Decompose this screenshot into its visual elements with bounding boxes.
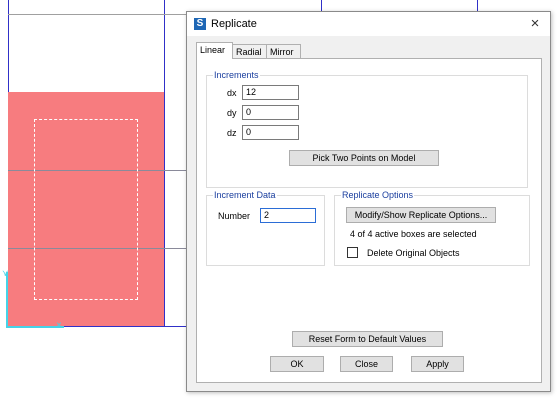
increments-group-title: Increments: [213, 70, 260, 80]
tab-mirror[interactable]: Mirror: [266, 44, 301, 58]
tab-panel-linear: Increments dx 12 dy 0 dz 0 Pick Two Poin…: [196, 58, 542, 383]
ok-button[interactable]: OK: [270, 356, 324, 372]
axis-arrow-icon: ⋎: [2, 268, 9, 278]
dx-field[interactable]: 12: [242, 85, 299, 100]
dy-label: dy: [227, 108, 237, 118]
pick-two-points-button[interactable]: Pick Two Points on Model: [289, 150, 439, 166]
grid-line: [8, 14, 186, 15]
dx-label: dx: [227, 88, 237, 98]
dialog-title: Replicate: [211, 18, 257, 30]
selection-status-text: 4 of 4 active boxes are selected: [350, 229, 477, 239]
dz-field[interactable]: 0: [242, 125, 299, 140]
selection-outline: [34, 119, 138, 300]
tab-radial[interactable]: Radial: [232, 44, 267, 58]
increments-group: Increments dx 12 dy 0 dz 0 Pick Two Poin…: [206, 70, 528, 188]
dz-label: dz: [227, 128, 237, 138]
grid-line: [164, 0, 165, 326]
dialog-titlebar[interactable]: S Replicate ×: [187, 12, 550, 36]
tab-linear[interactable]: Linear: [196, 42, 233, 59]
axis-arrow-icon: ×: [56, 320, 62, 331]
replicate-options-group-title: Replicate Options: [341, 190, 415, 200]
close-icon[interactable]: ×: [526, 15, 544, 33]
dy-field[interactable]: 0: [242, 105, 299, 120]
replicate-dialog: S Replicate × Linear Radial Mirror Incre…: [186, 11, 551, 392]
number-field[interactable]: 2: [260, 208, 316, 223]
app-logo-icon: S: [194, 18, 206, 30]
replicate-options-group: Replicate Options Modify/Show Replicate …: [334, 190, 530, 266]
apply-button[interactable]: Apply: [411, 356, 464, 372]
close-button[interactable]: Close: [340, 356, 393, 372]
reset-form-button[interactable]: Reset Form to Default Values: [292, 331, 443, 347]
delete-original-checkbox[interactable]: [347, 247, 358, 258]
increment-data-group-title: Increment Data: [213, 190, 277, 200]
increment-data-group: Increment Data Number 2: [206, 190, 325, 266]
number-label: Number: [218, 211, 251, 221]
delete-original-label: Delete Original Objects: [367, 248, 460, 258]
modify-replicate-options-button[interactable]: Modify/Show Replicate Options...: [346, 207, 496, 223]
y-axis-indicator: [6, 272, 8, 328]
